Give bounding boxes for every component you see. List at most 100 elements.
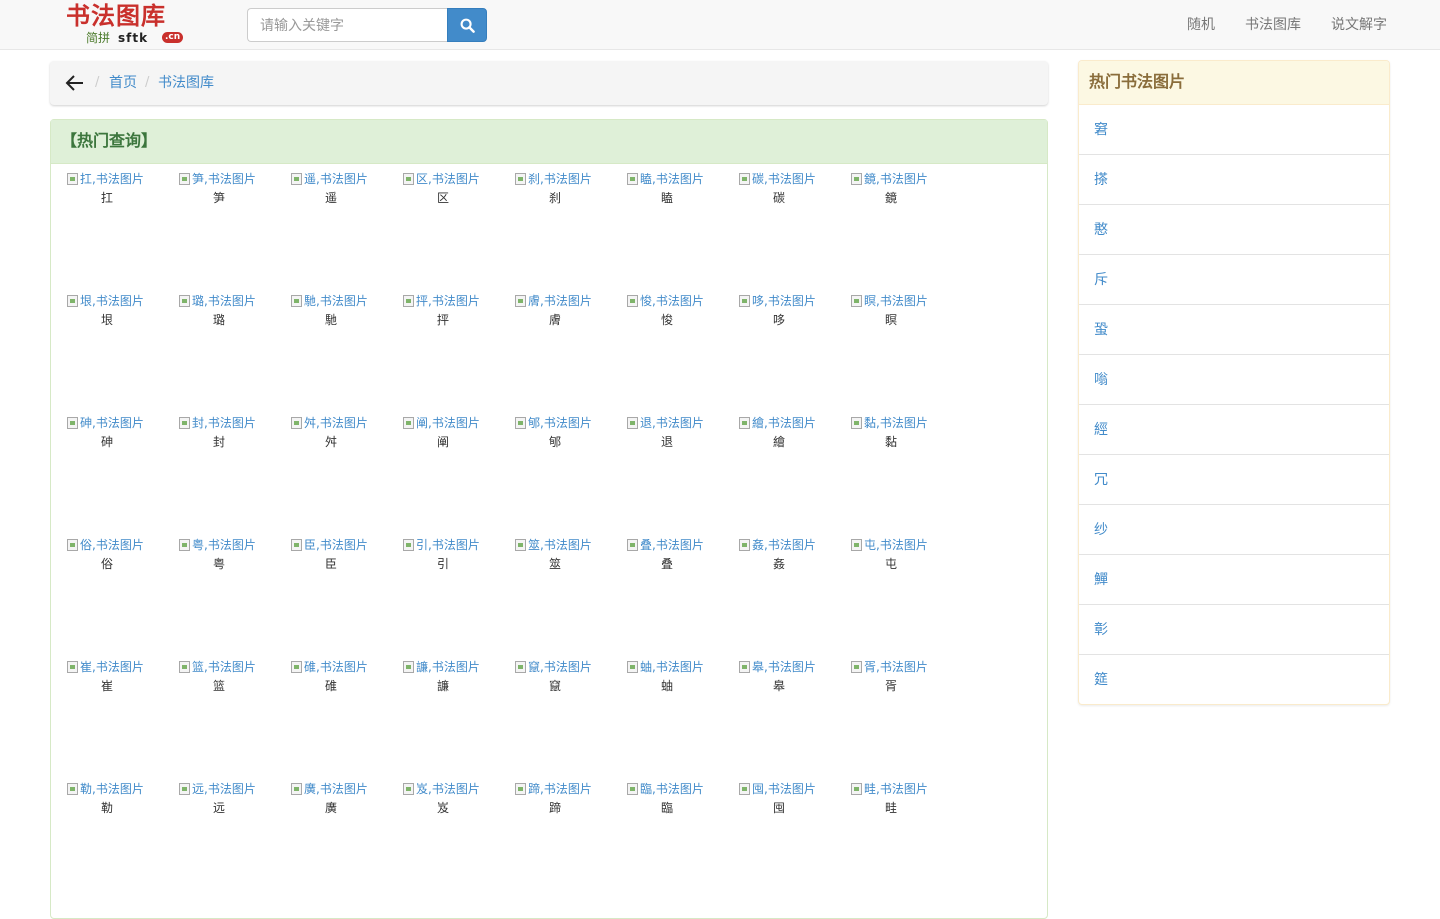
- calligraphy-image-link[interactable]: 封,书法图片: [179, 415, 269, 431]
- calligraphy-image-link[interactable]: 遥,书法图片: [291, 171, 381, 187]
- calligraphy-char-label[interactable]: 繪: [739, 433, 819, 451]
- calligraphy-char-label[interactable]: 屯: [851, 555, 931, 573]
- calligraphy-image-link[interactable]: 俗,书法图片: [67, 537, 157, 553]
- calligraphy-image-link[interactable]: 黏,书法图片: [851, 415, 941, 431]
- calligraphy-char-label[interactable]: 臣: [291, 555, 371, 573]
- calligraphy-image-link[interactable]: 蚰,书法图片: [627, 659, 717, 675]
- calligraphy-image-link[interactable]: 篮,书法图片: [179, 659, 269, 675]
- site-logo[interactable]: 书法图库 简拼 sftk .cn: [66, 2, 192, 48]
- calligraphy-image-link[interactable]: 姦,书法图片: [739, 537, 829, 553]
- calligraphy-image-link[interactable]: 区,书法图片: [403, 171, 493, 187]
- calligraphy-image-link[interactable]: 抨,书法图片: [403, 293, 493, 309]
- hot-calligraphy-link[interactable]: 斥: [1094, 272, 1108, 288]
- calligraphy-image-link[interactable]: 粤,书法图片: [179, 537, 269, 553]
- calligraphy-char-label[interactable]: 刹: [515, 189, 595, 207]
- calligraphy-image-link[interactable]: 胥,书法图片: [851, 659, 941, 675]
- calligraphy-image-link[interactable]: 笋,书法图片: [179, 171, 269, 187]
- calligraphy-image-link[interactable]: 皋,书法图片: [739, 659, 829, 675]
- calligraphy-char-label[interactable]: 哆: [739, 311, 819, 329]
- calligraphy-image-link[interactable]: 砷,书法图片: [67, 415, 157, 431]
- calligraphy-char-label[interactable]: 砷: [67, 433, 147, 451]
- calligraphy-char-label[interactable]: 膚: [515, 311, 595, 329]
- calligraphy-image-link[interactable]: 繪,书法图片: [739, 415, 829, 431]
- calligraphy-image-link[interactable]: 瞌,书法图片: [627, 171, 717, 187]
- back-arrow-icon[interactable]: [65, 74, 85, 92]
- calligraphy-char-label[interactable]: 笋: [179, 189, 259, 207]
- hot-calligraphy-link[interactable]: 搽: [1094, 172, 1108, 188]
- calligraphy-image-link[interactable]: 瞑,书法图片: [851, 293, 941, 309]
- calligraphy-char-label[interactable]: 扛: [67, 189, 147, 207]
- calligraphy-image-link[interactable]: 垠,书法图片: [67, 293, 157, 309]
- calligraphy-image-link[interactable]: 勒,书法图片: [67, 781, 157, 797]
- calligraphy-char-label[interactable]: 引: [403, 555, 483, 573]
- hot-calligraphy-link[interactable]: 蛩: [1094, 322, 1108, 338]
- calligraphy-char-label[interactable]: 馳: [291, 311, 371, 329]
- breadcrumb-calligraphy-library[interactable]: 书法图库: [158, 73, 214, 93]
- calligraphy-char-label[interactable]: 崔: [67, 677, 147, 695]
- calligraphy-char-label[interactable]: 譧: [403, 677, 483, 695]
- calligraphy-image-link[interactable]: 刹,书法图片: [515, 171, 605, 187]
- calligraphy-image-link[interactable]: 碓,书法图片: [291, 659, 381, 675]
- calligraphy-char-label[interactable]: 封: [179, 433, 259, 451]
- calligraphy-char-label[interactable]: 粤: [179, 555, 259, 573]
- calligraphy-image-link[interactable]: 岌,书法图片: [403, 781, 493, 797]
- calligraphy-char-label[interactable]: 筮: [515, 555, 595, 573]
- hot-calligraphy-link[interactable]: 經: [1094, 422, 1108, 438]
- calligraphy-char-label[interactable]: 胥: [851, 677, 931, 695]
- calligraphy-char-label[interactable]: 鏡: [851, 189, 931, 207]
- calligraphy-char-label[interactable]: 舛: [291, 433, 371, 451]
- calligraphy-char-label[interactable]: 瞌: [627, 189, 707, 207]
- calligraphy-image-link[interactable]: 碳,书法图片: [739, 171, 829, 187]
- calligraphy-image-link[interactable]: 扛,书法图片: [67, 171, 157, 187]
- calligraphy-char-label[interactable]: 囤: [739, 799, 819, 817]
- hot-calligraphy-link[interactable]: 筵: [1094, 672, 1108, 688]
- calligraphy-char-label[interactable]: 廣: [291, 799, 371, 817]
- calligraphy-image-link[interactable]: 引,书法图片: [403, 537, 493, 553]
- calligraphy-char-label[interactable]: 黏: [851, 433, 931, 451]
- calligraphy-char-label[interactable]: 悛: [627, 311, 707, 329]
- calligraphy-image-link[interactable]: 臣,书法图片: [291, 537, 381, 553]
- calligraphy-char-label[interactable]: 阐: [403, 433, 483, 451]
- calligraphy-char-label[interactable]: 瞑: [851, 311, 931, 329]
- calligraphy-image-link[interactable]: 竄,书法图片: [515, 659, 605, 675]
- calligraphy-image-link[interactable]: 崔,书法图片: [67, 659, 157, 675]
- calligraphy-char-label[interactable]: 郇: [515, 433, 595, 451]
- hot-calligraphy-link[interactable]: 彰: [1094, 622, 1108, 638]
- search-input[interactable]: [247, 8, 448, 42]
- calligraphy-image-link[interactable]: 譧,书法图片: [403, 659, 493, 675]
- calligraphy-char-label[interactable]: 叠: [627, 555, 707, 573]
- calligraphy-char-label[interactable]: 岌: [403, 799, 483, 817]
- calligraphy-image-link[interactable]: 臨,书法图片: [627, 781, 717, 797]
- calligraphy-image-link[interactable]: 囤,书法图片: [739, 781, 829, 797]
- hot-calligraphy-link[interactable]: 纱: [1094, 522, 1108, 538]
- calligraphy-char-label[interactable]: 抨: [403, 311, 483, 329]
- calligraphy-char-label[interactable]: 遥: [291, 189, 371, 207]
- calligraphy-image-link[interactable]: 筮,书法图片: [515, 537, 605, 553]
- calligraphy-image-link[interactable]: 鏡,书法图片: [851, 171, 941, 187]
- nav-random[interactable]: 随机: [1187, 15, 1215, 35]
- nav-calligraphy-library[interactable]: 书法图库: [1245, 15, 1301, 35]
- calligraphy-image-link[interactable]: 蹄,书法图片: [515, 781, 605, 797]
- calligraphy-image-link[interactable]: 阐,书法图片: [403, 415, 493, 431]
- search-button[interactable]: [447, 8, 487, 42]
- calligraphy-char-label[interactable]: 姦: [739, 555, 819, 573]
- calligraphy-char-label[interactable]: 区: [403, 189, 483, 207]
- calligraphy-char-label[interactable]: 竄: [515, 677, 595, 695]
- calligraphy-image-link[interactable]: 远,书法图片: [179, 781, 269, 797]
- hot-calligraphy-link[interactable]: 鱓: [1094, 572, 1108, 588]
- calligraphy-image-link[interactable]: 郇,书法图片: [515, 415, 605, 431]
- calligraphy-char-label[interactable]: 篮: [179, 677, 259, 695]
- calligraphy-char-label[interactable]: 蚰: [627, 677, 707, 695]
- calligraphy-image-link[interactable]: 畦,书法图片: [851, 781, 941, 797]
- calligraphy-image-link[interactable]: 哆,书法图片: [739, 293, 829, 309]
- calligraphy-char-label[interactable]: 璐: [179, 311, 259, 329]
- hot-calligraphy-link[interactable]: 窘: [1094, 122, 1108, 138]
- calligraphy-char-label[interactable]: 蹄: [515, 799, 595, 817]
- calligraphy-char-label[interactable]: 畦: [851, 799, 931, 817]
- calligraphy-char-label[interactable]: 勒: [67, 799, 147, 817]
- calligraphy-image-link[interactable]: 屯,书法图片: [851, 537, 941, 553]
- calligraphy-char-label[interactable]: 远: [179, 799, 259, 817]
- calligraphy-char-label[interactable]: 碓: [291, 677, 371, 695]
- hot-calligraphy-link[interactable]: 嗡: [1094, 372, 1108, 388]
- calligraphy-image-link[interactable]: 璐,书法图片: [179, 293, 269, 309]
